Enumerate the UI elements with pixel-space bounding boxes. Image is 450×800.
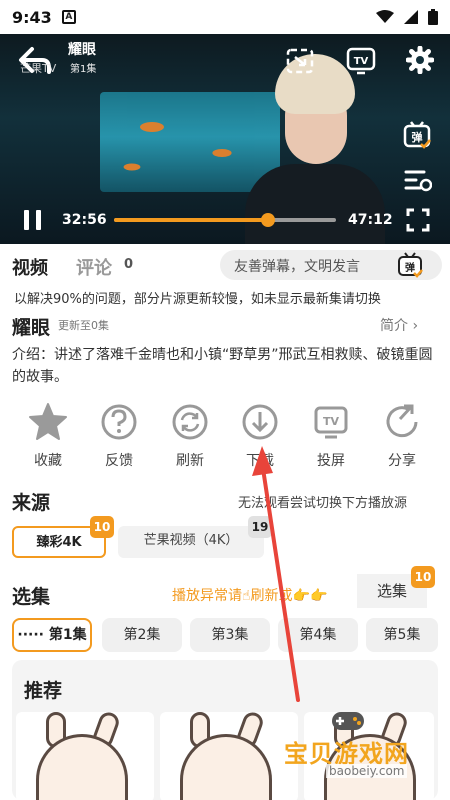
favorite-label: 收藏 [34, 453, 62, 469]
episode-5[interactable]: 第5集 [366, 618, 438, 652]
show-description: 介绍：讲述了落难千金晴也和小镇“野草男”邢武互相救赎、破镜重圆的故事。 [12, 347, 433, 385]
danmu-send-icon[interactable]: 弹 [396, 252, 424, 278]
episode-select-badge: 10 [411, 566, 435, 588]
svg-text:TV: TV [354, 56, 369, 67]
duration-time: 47:12 [348, 212, 393, 228]
episode-2[interactable]: 第2集 [102, 618, 182, 652]
show-title: 耀眼 [12, 317, 51, 339]
episode-4[interactable]: 第4集 [278, 618, 358, 652]
progress-track[interactable] [114, 213, 336, 227]
share-icon [386, 404, 418, 438]
player-episode: 第1集 [70, 64, 97, 75]
tv-cast-icon: TV [314, 406, 348, 439]
notice-marquee: 以解决90%的问题，部分片源更新较慢，如未显示最新集请切换 [14, 292, 381, 307]
refresh-button[interactable]: 刷新 [159, 396, 221, 470]
action-bar: 收藏 反馈 刷新 下载 TV 投屏 分享 [0, 396, 450, 476]
channel-watermark: 芒果TV [20, 62, 57, 75]
danmu-toggle-icon[interactable]: 弹 [402, 120, 432, 150]
cast-label: 投屏 [317, 453, 345, 469]
star-icon [29, 403, 67, 440]
episode-prefix: ····· [17, 627, 44, 643]
comment-count: 0 [124, 257, 134, 272]
pause-icon[interactable] [22, 208, 44, 232]
download-label: 下载 [246, 453, 274, 469]
settings-gear-icon[interactable] [406, 46, 434, 74]
svg-text:TV: TV [323, 415, 340, 428]
status-time: 9:43 [12, 7, 52, 27]
share-button[interactable]: 分享 [371, 396, 433, 470]
episodes-heading: 选集 [12, 586, 51, 608]
cast-button[interactable]: TV 投屏 [300, 396, 362, 470]
question-icon [101, 404, 137, 440]
pip-icon[interactable] [286, 48, 314, 74]
favorite-button[interactable]: 收藏 [17, 396, 79, 470]
status-bar: 9:43 A [0, 0, 450, 34]
source-heading: 来源 [12, 492, 51, 514]
tv-cast-icon[interactable]: TV [346, 46, 376, 76]
tab-video[interactable]: 视频 [12, 254, 48, 280]
source-badge: 19 [248, 516, 272, 538]
app-notification-icon: A [61, 10, 76, 24]
svg-text:弹: 弹 [405, 261, 415, 274]
progress-thumb[interactable] [260, 213, 275, 227]
source-tip: 无法观看尝试切换下方播放源 [238, 496, 408, 511]
refresh-label: 刷新 [176, 453, 204, 469]
danmu-placeholder: 友善弹幕，文明发言 [234, 259, 360, 275]
danmu-settings-icon[interactable] [404, 168, 432, 194]
recommend-card[interactable] [16, 712, 154, 800]
update-status: 更新至0集 [58, 319, 109, 332]
tab-comment[interactable]: 评论 [76, 254, 112, 280]
feedback-button[interactable]: 反馈 [88, 396, 150, 470]
episode-1[interactable]: ····· 第1集 [12, 618, 92, 652]
gamepad-icon [332, 712, 364, 730]
refresh-icon [172, 404, 208, 440]
episode-3[interactable]: 第3集 [190, 618, 270, 652]
source-badge: 10 [90, 516, 114, 538]
danmu-input[interactable]: 友善弹幕，文明发言 弹 [220, 250, 442, 280]
fullscreen-icon[interactable] [406, 208, 430, 232]
current-time: 32:56 [62, 212, 107, 228]
battery-icon [428, 9, 438, 25]
intro-link[interactable]: 简介 › [380, 315, 418, 335]
progress-fill [114, 218, 268, 222]
episode-label: 第1集 [48, 627, 87, 643]
download-button[interactable]: 下载 [229, 396, 291, 470]
site-url: baobeiy.com [326, 764, 408, 778]
wifi-icon [376, 10, 394, 23]
signal-icon [404, 10, 418, 24]
video-player[interactable]: 芒果TV 耀眼 第1集 TV 弹 32:56 47:12 [0, 34, 450, 244]
detail-tabs: 视频 评论 0 友善弹幕，文明发言 弹 [0, 244, 450, 288]
download-icon [242, 404, 278, 440]
player-title: 耀眼 [68, 42, 96, 58]
playback-controls: 32:56 47:12 [0, 206, 450, 236]
svg-text:弹: 弹 [412, 130, 423, 144]
site-watermark: 宝贝游戏网 baobeiy.com [276, 706, 436, 786]
source-option-mango[interactable]: 芒果视频（4K） [118, 526, 264, 558]
share-label: 分享 [388, 453, 416, 469]
recommend-heading: 推荐 [24, 680, 63, 702]
episodes-tip: 播放异常请☝刷新或👉👉 [172, 588, 328, 604]
feedback-label: 反馈 [105, 453, 133, 469]
